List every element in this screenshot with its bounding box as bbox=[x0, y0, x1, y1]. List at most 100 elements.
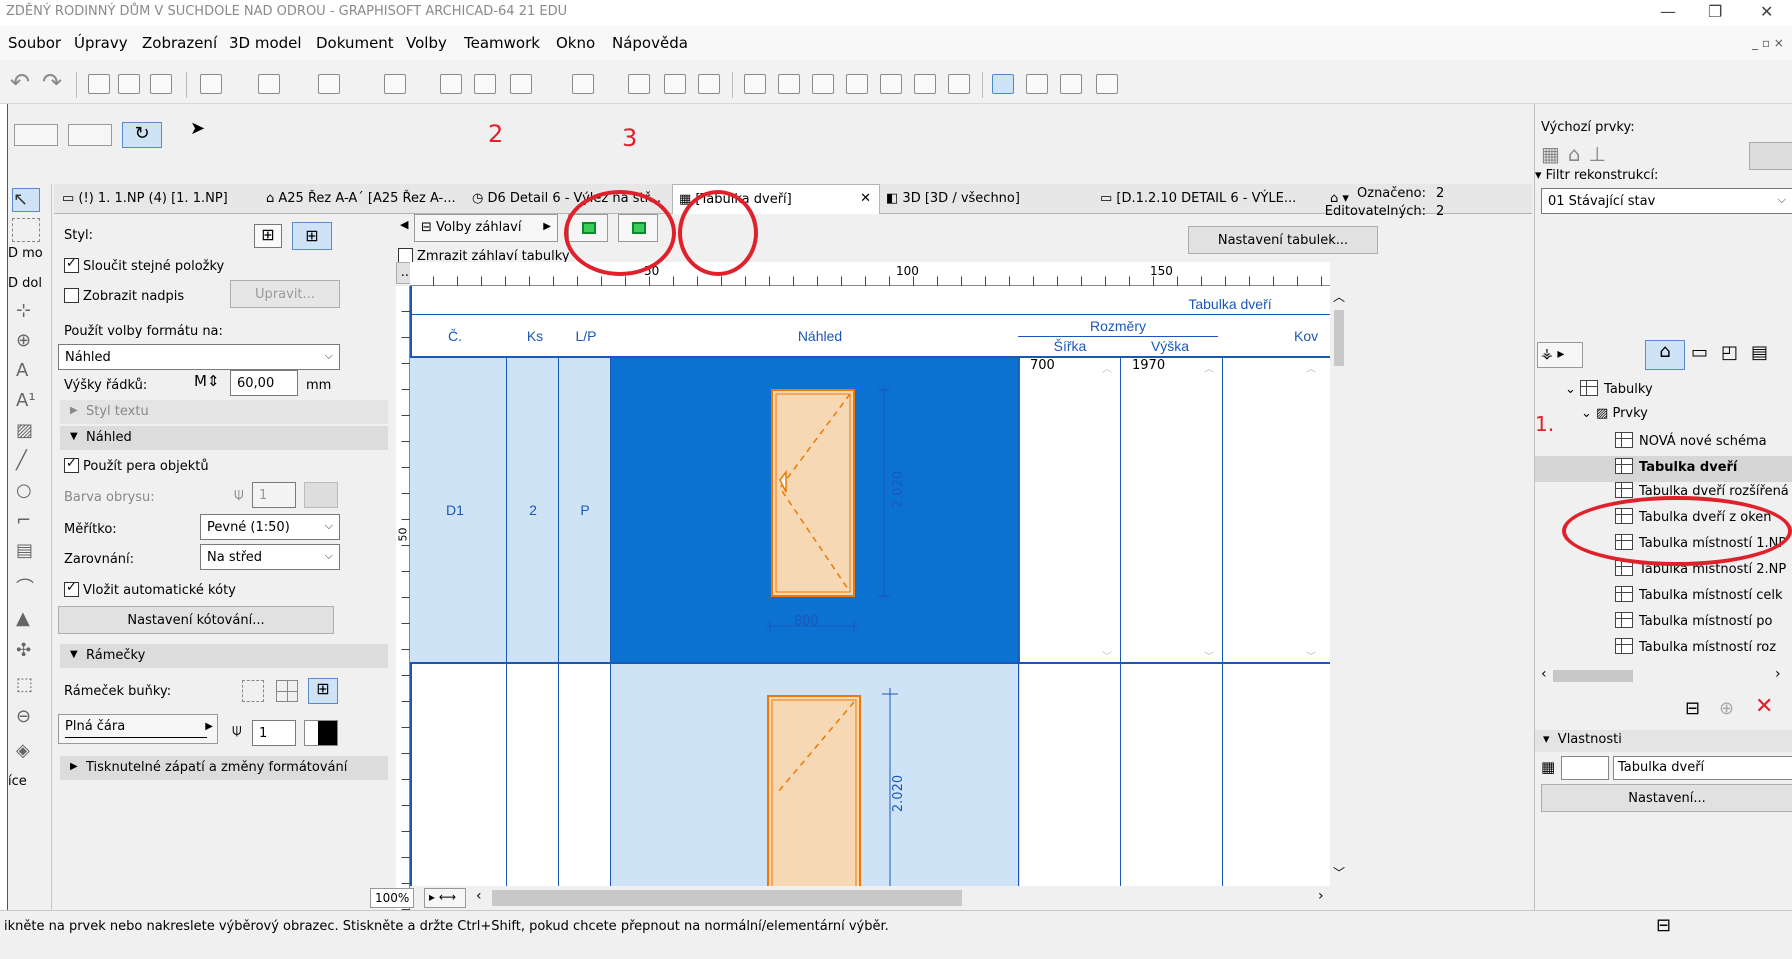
guide-icon[interactable] bbox=[258, 74, 280, 94]
navigator-hscroll[interactable]: ‹ › bbox=[1535, 666, 1792, 686]
vertical-scroll-thumb[interactable] bbox=[1334, 310, 1344, 366]
line-type-select[interactable]: Plná čára ▶ bbox=[58, 714, 218, 744]
menu-soubor[interactable]: Soubor bbox=[8, 34, 61, 52]
menu-dokument[interactable]: Dokument bbox=[316, 34, 394, 52]
pencil-icon[interactable] bbox=[440, 74, 462, 94]
apply-format-select[interactable]: Náhled ⌵ bbox=[58, 344, 340, 370]
header-options-dropdown[interactable]: ⊟ Volby záhlaví ▶ bbox=[414, 214, 558, 242]
grid-icon[interactable] bbox=[384, 74, 406, 94]
cell-ks[interactable]: 2 bbox=[518, 502, 548, 518]
scroll-down-icon[interactable]: ﹀ bbox=[1102, 648, 1112, 663]
navigator-scroll-thumb[interactable] bbox=[1553, 670, 1633, 682]
tab-close-icon[interactable]: ✕ bbox=[860, 191, 871, 206]
doc-window-controls[interactable]: _ ▫ × bbox=[1752, 36, 1784, 50]
dimension-icon[interactable] bbox=[664, 74, 686, 94]
figure-tool-icon[interactable]: ✣ bbox=[16, 640, 44, 664]
property-name-input[interactable]: Tabulka dveří bbox=[1613, 756, 1792, 780]
header-vyska[interactable]: Výška bbox=[1122, 338, 1218, 354]
style-list-button[interactable]: ⊞ bbox=[292, 222, 332, 250]
render-icon[interactable] bbox=[1096, 74, 1118, 94]
scroll-up-icon[interactable]: ︿ bbox=[1306, 360, 1316, 375]
menu-teamwork[interactable]: Teamwork bbox=[464, 34, 540, 52]
merge-items-checkbox[interactable] bbox=[64, 256, 79, 273]
cell-lp[interactable]: P bbox=[570, 502, 600, 518]
dimension-tool-icon[interactable]: ⊹ bbox=[16, 300, 44, 324]
level-tool-icon[interactable]: ⊕ bbox=[16, 330, 44, 354]
inject-icon[interactable] bbox=[118, 74, 140, 94]
delete-icon[interactable]: ✕ bbox=[1755, 694, 1773, 719]
worksheet-tool-icon[interactable]: ◈ bbox=[16, 740, 44, 764]
fill-tool-icon[interactable]: ▨ bbox=[16, 420, 44, 444]
new-layout-icon[interactable]: ⊟ bbox=[1685, 698, 1700, 719]
alignment-select[interactable]: Na střed ⌵ bbox=[200, 544, 340, 570]
tree-item-schedule[interactable]: Tabulka místností roz bbox=[1615, 638, 1776, 655]
redo-icon[interactable]: ↷ bbox=[42, 68, 62, 96]
show-title-option[interactable]: Zobrazit nadpis bbox=[64, 288, 184, 304]
roof-icon[interactable] bbox=[948, 74, 970, 94]
scroll-left-icon[interactable]: ‹ bbox=[1541, 666, 1547, 682]
line-icon[interactable] bbox=[200, 74, 222, 94]
undo-icon[interactable]: ↶ bbox=[10, 68, 30, 96]
circle-tool-icon[interactable]: ○ bbox=[16, 480, 44, 504]
header-ks[interactable]: Ks bbox=[520, 328, 550, 344]
collapse-panel-icon[interactable]: ◀ bbox=[400, 218, 408, 231]
use-object-pens-checkbox[interactable] bbox=[64, 456, 79, 473]
layer-icon[interactable] bbox=[510, 74, 532, 94]
navigator-mode-button[interactable]: ⚶ ▸ bbox=[1537, 342, 1583, 368]
scroll-up-icon[interactable]: ︿ bbox=[1204, 360, 1214, 375]
tree-item-schedule[interactable]: Tabulka místností celk bbox=[1615, 586, 1783, 603]
scroll-down-icon[interactable]: ﹀ bbox=[1333, 864, 1345, 881]
scroll-down-icon[interactable]: ﹀ bbox=[1306, 648, 1316, 663]
menu-okno[interactable]: Okno bbox=[556, 34, 595, 52]
renovation-filter-select[interactable]: 01 Stávající stav ⌵ bbox=[1541, 188, 1792, 214]
corner-icon[interactable] bbox=[846, 74, 868, 94]
frame-inner-button[interactable] bbox=[276, 680, 298, 702]
section-tool-icon[interactable]: ⊖ bbox=[16, 706, 44, 730]
tree-item-prvky[interactable]: ⌄ ▨ Prvky bbox=[1581, 406, 1648, 421]
scroll-right-icon[interactable]: › bbox=[1318, 888, 1324, 904]
frame-all-button[interactable]: ⊞ bbox=[308, 678, 338, 704]
publisher-icon[interactable]: ▤ bbox=[1751, 342, 1768, 363]
preview-section[interactable]: ▼ Náhled bbox=[60, 426, 388, 450]
header-sirka[interactable]: Šířka bbox=[1020, 338, 1120, 354]
cell-c[interactable]: D1 bbox=[440, 502, 470, 518]
arrow-tool-icon[interactable]: ↖ bbox=[12, 188, 40, 212]
tab-3d[interactable]: ◧ 3D [3D / všechno] bbox=[880, 184, 1090, 214]
default-elements-icons[interactable]: ▦⌂⊥ bbox=[1541, 142, 1671, 170]
layout-book-icon[interactable]: ◰ bbox=[1721, 342, 1738, 363]
window-tool-label[interactable]: D dol bbox=[8, 276, 42, 291]
horizontal-scroll-thumb[interactable] bbox=[492, 890, 962, 906]
arrow-pointer-icon[interactable]: ➤ bbox=[190, 118, 205, 139]
measure-icon[interactable] bbox=[628, 74, 650, 94]
property-id-input[interactable] bbox=[1561, 756, 1609, 780]
scale-select[interactable]: Pevné (1:50) ⌵ bbox=[200, 514, 340, 540]
camera-tool-icon[interactable]: ⬚ bbox=[16, 674, 44, 698]
show-title-checkbox[interactable] bbox=[64, 288, 79, 303]
lock-icon[interactable] bbox=[572, 74, 594, 94]
spline-tool-icon[interactable]: ⌒ bbox=[16, 574, 44, 599]
line-tool-icon[interactable]: ╱ bbox=[16, 450, 44, 474]
header-c[interactable]: Č. bbox=[440, 328, 470, 344]
drawing-tool-icon[interactable]: ▤ bbox=[16, 540, 44, 564]
cell-vyska[interactable]: 1970 bbox=[1132, 358, 1165, 373]
outline-pen-input[interactable]: 1 bbox=[252, 482, 296, 508]
tree-item-schedule[interactable]: Tabulka místností po bbox=[1615, 612, 1772, 629]
text-tool-icon[interactable]: A bbox=[16, 360, 44, 384]
element-settings-button[interactable] bbox=[1749, 142, 1792, 170]
pen-icon[interactable] bbox=[474, 74, 496, 94]
scroll-right-icon[interactable]: › bbox=[1775, 666, 1781, 682]
maximize-icon[interactable]: ❐ bbox=[1708, 2, 1722, 21]
polyline-tool-icon[interactable]: ⌐ bbox=[16, 510, 44, 534]
properties-settings-button[interactable]: Nastavení... bbox=[1541, 784, 1792, 812]
frames-section[interactable]: ▼ Rámečky bbox=[60, 644, 388, 668]
rotate-view-button[interactable]: ↻ bbox=[122, 122, 162, 148]
layout-icon[interactable]: ⊟ bbox=[1656, 915, 1671, 936]
door-tool-label[interactable]: D mo bbox=[8, 246, 43, 261]
fillet-icon[interactable] bbox=[880, 74, 902, 94]
scroll-up-icon[interactable]: ︿ bbox=[1102, 360, 1112, 375]
scroll-down-icon[interactable]: ﹀ bbox=[1204, 648, 1214, 663]
eyedropper-icon[interactable] bbox=[150, 74, 172, 94]
frame-none-button[interactable] bbox=[242, 680, 264, 702]
edit-button[interactable]: Upravit... bbox=[230, 280, 340, 308]
selection-mode-button[interactable] bbox=[14, 124, 58, 146]
